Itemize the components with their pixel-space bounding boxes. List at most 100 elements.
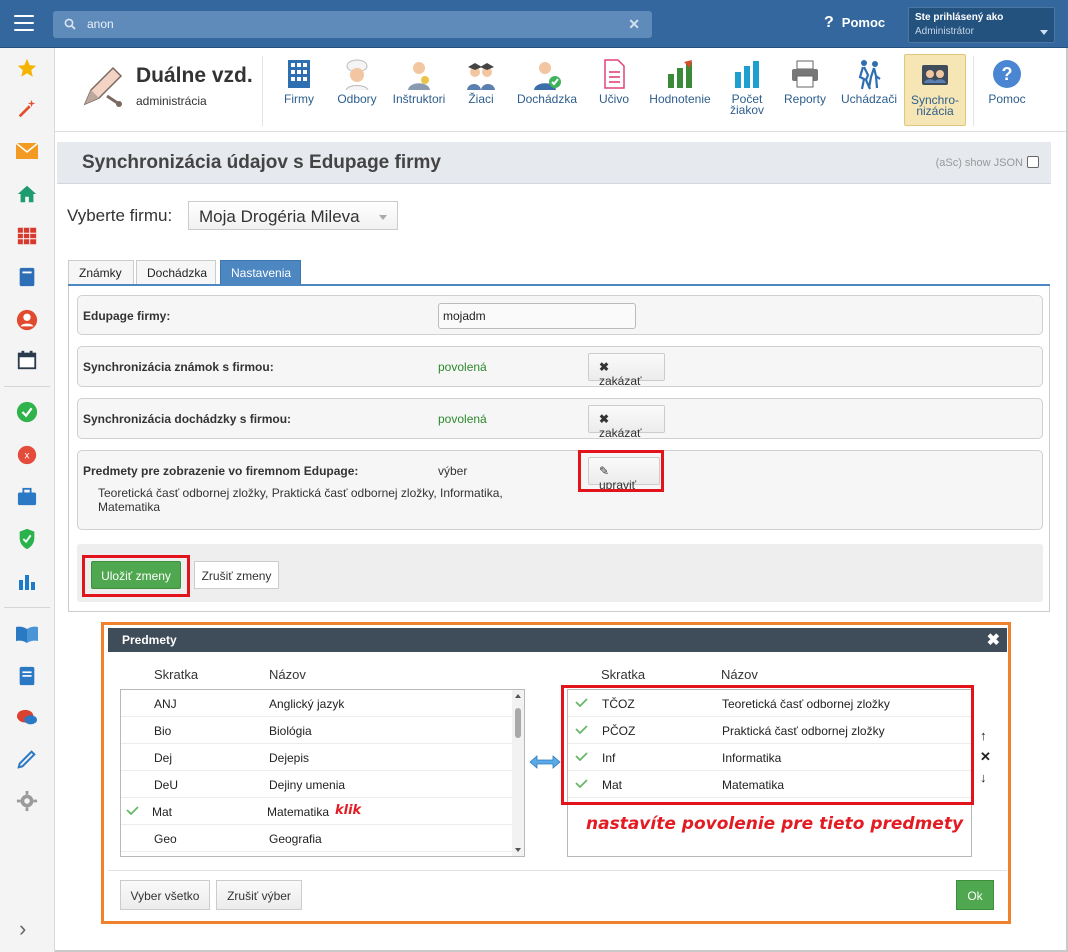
nav-label: Firmy — [284, 92, 314, 106]
subject-name: Biológia — [269, 724, 312, 738]
document-icon[interactable] — [14, 663, 40, 689]
error-icon[interactable]: x — [14, 442, 40, 468]
nav-pocet-ziakov[interactable]: Počet žiakov — [723, 54, 771, 126]
nav-synchronizacia[interactable]: Synchro-nizácia — [904, 54, 966, 126]
expand-sidebar-icon[interactable]: › — [19, 916, 26, 942]
instructor-icon — [408, 62, 430, 90]
sidebar: x › — [0, 48, 55, 952]
app-logo-icon — [83, 66, 123, 107]
clear-search-icon[interactable]: ✕ — [628, 16, 640, 33]
grades-sync-label: Synchronizácia známok s firmou: — [83, 360, 274, 374]
subjects-mode: výber — [438, 464, 468, 478]
bar-chart-icon[interactable] — [14, 568, 40, 594]
remove-icon[interactable]: ✕ — [980, 749, 991, 765]
check-icon — [126, 806, 139, 815]
calendar-icon[interactable] — [14, 347, 40, 373]
clear-selection-button[interactable]: Zrušiť výber — [216, 880, 302, 910]
close-icon[interactable]: ✖ — [987, 630, 1000, 650]
firm-select-value: Moja Drogéria Mileva — [199, 207, 360, 226]
disable-grades-button[interactable]: ✖ zakázať — [588, 353, 665, 388]
nav-label: Odbory — [337, 92, 377, 106]
attendance-sync-label: Synchronizácia dochádzky s firmou: — [83, 412, 292, 426]
nav-ziaci[interactable]: Žiaci — [457, 54, 505, 126]
tab-znamky[interactable]: Známky — [68, 260, 134, 284]
nav-label: Reporty — [783, 92, 827, 106]
scroll-down-icon[interactable] — [515, 848, 521, 852]
nav-label: Učivo — [598, 92, 629, 106]
list-item[interactable]: Dej Dejepis — [121, 744, 513, 771]
list-item[interactable]: DeU Dejiny umenia — [121, 771, 513, 798]
move-up-icon[interactable]: ↑ — [980, 728, 987, 743]
home-icon[interactable] — [14, 181, 40, 207]
shield-icon[interactable] — [14, 526, 40, 552]
check-icon[interactable] — [14, 399, 40, 425]
disable-attendance-button[interactable]: ✖ zakázať — [588, 405, 665, 440]
building-icon — [288, 60, 310, 88]
attendance-sync-status: povolená — [438, 412, 487, 426]
briefcase-icon[interactable] — [14, 484, 40, 510]
ok-button[interactable]: Ok — [956, 880, 994, 910]
firm-select[interactable]: Moja Drogéria Mileva — [188, 201, 398, 230]
nav-reporty[interactable]: Reporty — [779, 54, 831, 126]
list-item[interactable]: Geo Geografia — [121, 825, 513, 852]
sync-students-icon — [922, 65, 948, 85]
list-item[interactable]: Bio Biológia — [121, 717, 513, 744]
svg-text:?: ? — [1002, 64, 1013, 84]
user-line1: Ste prihlásený ako — [915, 12, 1004, 23]
nav-label: Dochádzka — [516, 92, 578, 106]
hamburger-menu-icon[interactable] — [14, 15, 34, 31]
subjects-row: Predmety pre zobrazenie vo firemnom Edup… — [77, 450, 1043, 530]
app-subtitle: administrácia — [136, 94, 207, 108]
header-divider — [973, 56, 974, 126]
nav-label: Inštruktori — [392, 92, 446, 106]
magic-wand-icon[interactable] — [14, 96, 40, 122]
scroll-thumb[interactable] — [515, 708, 521, 738]
available-subjects-list[interactable]: ANJ Anglický jazyk Bio Biológia Dej Dejepis… — [120, 689, 525, 857]
notebook-icon[interactable] — [14, 264, 40, 290]
chat-icon[interactable] — [14, 705, 40, 731]
help-label: Pomoc — [841, 15, 886, 30]
select-all-button[interactable]: Vyber všetko — [120, 880, 210, 910]
nav-uchadzaci[interactable]: Uchádzači — [839, 54, 899, 126]
nav-dochadzka[interactable]: Dochádzka — [513, 54, 581, 126]
user-role: Administrátor — [915, 26, 974, 37]
tab-nastavenia[interactable]: Nastavenia — [220, 260, 301, 284]
nav-label: Pomoc — [988, 92, 1026, 106]
disable-grades-label: zakázať — [599, 374, 642, 388]
firm-label: Vyberte firmu: — [67, 206, 173, 225]
nav-firmy[interactable]: Firmy — [277, 54, 321, 126]
book-icon[interactable] — [14, 621, 40, 647]
person-icon[interactable] — [14, 307, 40, 333]
subject-abbr: DeU — [154, 778, 179, 792]
cancel-button[interactable]: Zrušiť zmeny — [194, 561, 279, 589]
search-box[interactable]: anon ✕ — [53, 11, 652, 38]
scroll-up-icon[interactable] — [515, 694, 521, 698]
nav-pomoc[interactable]: ? Pomoc — [983, 54, 1031, 126]
pen-icon[interactable] — [14, 746, 40, 772]
show-json-toggle[interactable]: (aSc) show JSON — [936, 156, 1039, 169]
move-down-icon[interactable]: ↓ — [980, 770, 987, 785]
nav-hodnotenie[interactable]: Hodnotenie — [647, 54, 713, 126]
search-input[interactable]: anon — [87, 17, 114, 31]
star-icon[interactable] — [14, 55, 40, 81]
tab-dochadzka[interactable]: Dochádzka — [136, 260, 216, 284]
list-item[interactable]: ANJ Anglický jazyk — [121, 690, 513, 717]
nav-ucivo[interactable]: Učivo — [591, 54, 637, 126]
list-item[interactable]: Mat Matematika klik — [121, 798, 513, 825]
subject-name: Matematika — [267, 805, 330, 819]
nav-odbory[interactable]: Odbory — [333, 54, 381, 126]
edupage-input[interactable]: mojadm — [438, 303, 636, 329]
highlight-edit-button — [578, 450, 664, 492]
user-menu[interactable]: Ste prihlásený ako Administrátor — [908, 7, 1055, 43]
nav-instruktori[interactable]: Inštruktori — [389, 54, 449, 126]
help-link[interactable]: ? Pomoc — [824, 14, 885, 32]
disable-attendance-label: zakázať — [599, 426, 642, 440]
top-bar: anon ✕ ? Pomoc Ste prihlásený ako Adminis… — [0, 0, 1068, 48]
list-scrollbar[interactable] — [512, 690, 524, 856]
mail-icon[interactable] — [14, 138, 40, 164]
show-json-checkbox[interactable] — [1027, 156, 1039, 168]
subjects-label: Predmety pre zobrazenie vo firemnom Edup… — [83, 464, 359, 478]
timetable-icon[interactable] — [14, 223, 40, 249]
subject-abbr: Dej — [154, 751, 173, 765]
gear-icon[interactable] — [14, 788, 40, 814]
